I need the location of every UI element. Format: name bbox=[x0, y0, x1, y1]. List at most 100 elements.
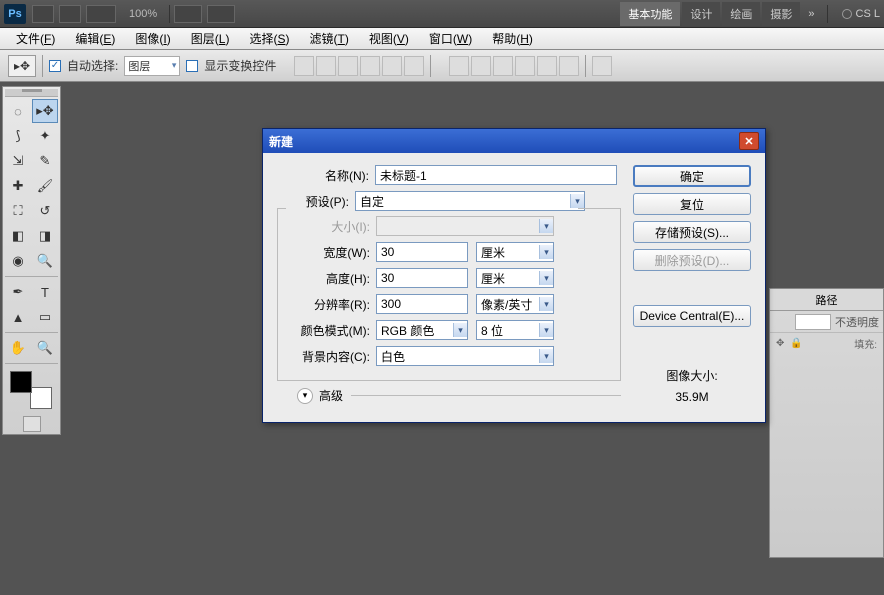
menu-filter[interactable]: 滤镜(T) bbox=[299, 28, 358, 49]
align-vcenter-icon[interactable] bbox=[316, 56, 336, 76]
save-preset-button[interactable]: 存储预设(S)... bbox=[633, 221, 751, 243]
history-brush-icon[interactable]: ↺ bbox=[32, 199, 58, 223]
dist-bottom-icon[interactable] bbox=[493, 56, 513, 76]
workspace-tab-design[interactable]: 设计 bbox=[682, 2, 720, 26]
eraser-tool-icon[interactable]: ◧ bbox=[5, 224, 31, 248]
wand-tool-icon[interactable]: ✦ bbox=[32, 124, 58, 148]
dist-left-icon[interactable] bbox=[515, 56, 535, 76]
opacity-label: 不透明度 bbox=[835, 314, 879, 330]
width-input[interactable] bbox=[376, 242, 468, 262]
menu-layer[interactable]: 图层(L) bbox=[181, 28, 240, 49]
eyedropper-tool-icon[interactable]: ✎ bbox=[32, 149, 58, 173]
shape-tool-icon[interactable]: ▭ bbox=[32, 305, 58, 329]
menu-help[interactable]: 帮助(H) bbox=[482, 28, 543, 49]
name-label: 名称(N): bbox=[277, 167, 375, 184]
path-select-icon[interactable]: ▲ bbox=[5, 305, 31, 329]
dist-hcenter-icon[interactable] bbox=[537, 56, 557, 76]
image-size-value: 35.9M bbox=[633, 390, 751, 404]
toolbox: ◌ ▸✥ ⟆ ✦ ⇲ ✎ ✚ 🖌 ⛶ ↺ ◧ ◨ ◉ 🔍 ✒ T ▲ ▭ ✋ 🔍 bbox=[2, 86, 61, 435]
menu-select[interactable]: 选择(S) bbox=[239, 28, 299, 49]
background-select[interactable]: 白色▾ bbox=[376, 346, 554, 366]
menu-edit[interactable]: 编辑(E) bbox=[65, 28, 125, 49]
workspace-tab-paint[interactable]: 绘画 bbox=[722, 2, 760, 26]
brush-tool-icon[interactable]: 🖌 bbox=[32, 174, 58, 198]
cs-live[interactable]: CS L bbox=[842, 8, 880, 20]
advanced-label: 高级 bbox=[319, 387, 343, 404]
crop-tool-icon[interactable]: ⇲ bbox=[5, 149, 31, 173]
width-label: 宽度(W): bbox=[278, 244, 376, 261]
height-label: 高度(H): bbox=[278, 270, 376, 287]
app-topbar: Ps 100% 基本功能 设计 绘画 摄影 » CS L bbox=[0, 0, 884, 28]
show-transform-checkbox[interactable]: ✓ bbox=[186, 60, 198, 72]
name-input[interactable] bbox=[375, 165, 617, 185]
heal-tool-icon[interactable]: ✚ bbox=[5, 174, 31, 198]
arrange-icon[interactable] bbox=[86, 5, 116, 23]
zoom-tool-icon[interactable]: 🔍 bbox=[32, 336, 58, 360]
align-left-icon[interactable] bbox=[360, 56, 380, 76]
current-tool-indicator[interactable]: ▸✥ bbox=[8, 55, 36, 77]
menu-image[interactable]: 图像(I) bbox=[125, 28, 180, 49]
pen-tool-icon[interactable]: ✒ bbox=[5, 280, 31, 304]
cs-live-icon bbox=[842, 9, 852, 19]
screen-mode-icon[interactable] bbox=[174, 5, 202, 23]
auto-align-icon[interactable] bbox=[592, 56, 612, 76]
quickmask-icon[interactable] bbox=[23, 416, 41, 432]
color-mode-label: 颜色模式(M): bbox=[278, 322, 376, 339]
height-unit-select[interactable]: 厘米▾ bbox=[476, 268, 554, 288]
size-select: ▾ bbox=[376, 216, 554, 236]
bit-depth-select[interactable]: 8 位▾ bbox=[476, 320, 554, 340]
align-buttons bbox=[294, 56, 424, 76]
align-hcenter-icon[interactable] bbox=[382, 56, 402, 76]
dist-vcenter-icon[interactable] bbox=[471, 56, 491, 76]
device-central-button[interactable]: Device Central(E)... bbox=[633, 305, 751, 327]
dist-top-icon[interactable] bbox=[449, 56, 469, 76]
auto-select-checkbox[interactable]: ✓ bbox=[49, 60, 61, 72]
lasso-tool-icon[interactable]: ⟆ bbox=[5, 124, 31, 148]
close-button[interactable]: ✕ bbox=[739, 132, 759, 150]
toolbox-grip[interactable] bbox=[5, 89, 58, 97]
menu-window[interactable]: 窗口(W) bbox=[419, 28, 482, 49]
resolution-input[interactable] bbox=[376, 294, 468, 314]
dialog-titlebar[interactable]: 新建 ✕ bbox=[263, 129, 765, 153]
lock-move-icon[interactable]: ✥ bbox=[776, 338, 784, 349]
resolution-label: 分辨率(R): bbox=[278, 296, 376, 313]
workspace-tab-photo[interactable]: 摄影 bbox=[762, 2, 800, 26]
align-bottom-icon[interactable] bbox=[338, 56, 358, 76]
align-right-icon[interactable] bbox=[404, 56, 424, 76]
zoom-level[interactable]: 100% bbox=[129, 8, 157, 20]
extras-icon[interactable] bbox=[207, 5, 235, 23]
blend-mode-select[interactable] bbox=[795, 314, 831, 330]
resolution-unit-select[interactable]: 像素/英寸▾ bbox=[476, 294, 554, 314]
chevron-down-icon: ▾ bbox=[297, 388, 313, 404]
minibridge-icon[interactable] bbox=[59, 5, 81, 23]
advanced-toggle[interactable]: ▾ 高级 bbox=[277, 387, 621, 404]
foreground-color[interactable] bbox=[10, 371, 32, 393]
color-mode-select[interactable]: RGB 颜色▾ bbox=[376, 320, 468, 340]
reset-button[interactable]: 复位 bbox=[633, 193, 751, 215]
bridge-icon[interactable] bbox=[32, 5, 54, 23]
ok-button[interactable]: 确定 bbox=[633, 165, 751, 187]
lock-icon[interactable]: 🔒 bbox=[790, 338, 802, 349]
gradient-tool-icon[interactable]: ◨ bbox=[32, 224, 58, 248]
paths-tab[interactable]: 路径 bbox=[770, 289, 883, 310]
menu-file[interactable]: 文件(F) bbox=[6, 28, 65, 49]
type-tool-icon[interactable]: T bbox=[32, 280, 58, 304]
align-top-icon[interactable] bbox=[294, 56, 314, 76]
width-unit-select[interactable]: 厘米▾ bbox=[476, 242, 554, 262]
blur-tool-icon[interactable]: ◉ bbox=[5, 249, 31, 273]
stamp-tool-icon[interactable]: ⛶ bbox=[5, 199, 31, 223]
workspace-more[interactable]: » bbox=[802, 8, 820, 20]
move-tool-icon[interactable]: ▸✥ bbox=[32, 99, 58, 123]
dodge-tool-icon[interactable]: 🔍 bbox=[32, 249, 58, 273]
auto-select-target[interactable]: 图层▾ bbox=[124, 56, 180, 76]
background-color[interactable] bbox=[30, 387, 52, 409]
dist-right-icon[interactable] bbox=[559, 56, 579, 76]
size-label: 大小(I): bbox=[278, 218, 376, 235]
marquee-tool-icon[interactable]: ◌ bbox=[5, 99, 31, 123]
menu-view[interactable]: 视图(V) bbox=[359, 28, 419, 49]
distribute-buttons bbox=[449, 56, 579, 76]
hand-tool-icon[interactable]: ✋ bbox=[5, 336, 31, 360]
color-swatches[interactable] bbox=[5, 371, 58, 411]
workspace-tab-essentials[interactable]: 基本功能 bbox=[620, 2, 680, 26]
height-input[interactable] bbox=[376, 268, 468, 288]
